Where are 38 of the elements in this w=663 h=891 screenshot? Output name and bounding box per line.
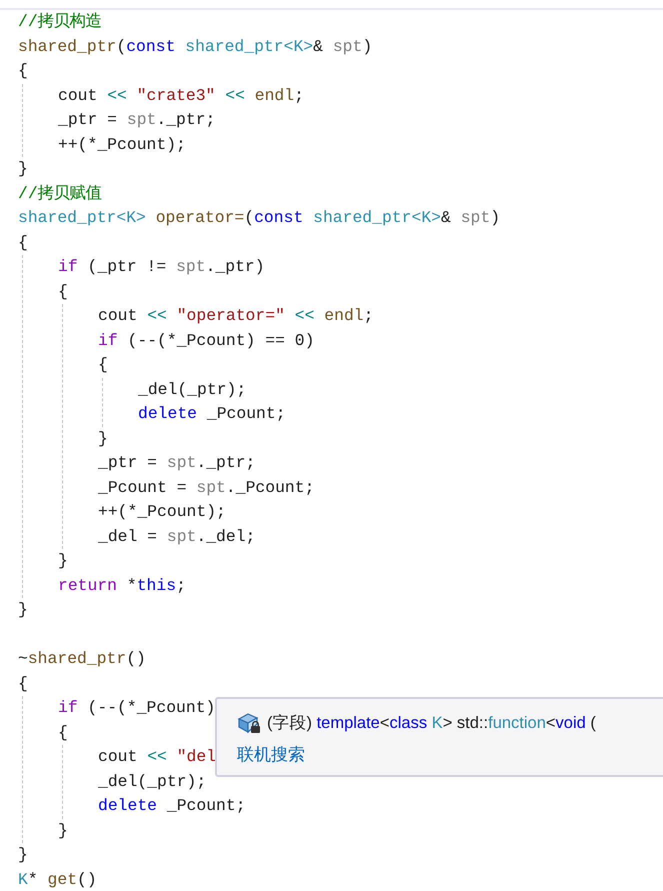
code-line: _del(_ptr);: [98, 770, 206, 792]
code-line: _ptr = spt._ptr;: [98, 452, 256, 474]
code-line: cout << "del: [98, 746, 216, 768]
code-line: _del = spt._del;: [98, 526, 256, 548]
code-line: delete _Pcount;: [138, 403, 286, 425]
code-line: if (--(*_Pcount): [58, 697, 216, 719]
code-line: _ptr = spt._ptr;: [58, 109, 216, 131]
code-line: if (_ptr != spt._ptr): [58, 256, 265, 278]
code-line: }: [58, 550, 68, 572]
code-line: //拷贝构造: [18, 11, 102, 33]
code-line: shared_ptr<K> operator=(const shared_ptr<K>& spt): [18, 207, 500, 229]
code-line: }: [98, 428, 108, 450]
code-line: cout << "operator=" << endl;: [98, 305, 374, 327]
code-line: ++(*_Pcount);: [58, 134, 186, 156]
code-line: if (--(*_Pcount) == 0): [98, 330, 314, 352]
code-line: }: [18, 844, 28, 866]
code-line: {: [18, 672, 28, 694]
tooltip-signature: (字段) template<class K> std::function<void (: [267, 713, 596, 734]
code-line: {: [18, 60, 28, 82]
code-line: _del(_ptr);: [138, 378, 246, 400]
code-line: {: [98, 354, 108, 376]
code-line: }: [18, 158, 28, 180]
code-line: }: [58, 820, 68, 842]
code-line: K* get(): [18, 868, 97, 890]
online-search-link[interactable]: 联机搜索: [237, 743, 305, 766]
code-line: delete _Pcount;: [98, 795, 246, 817]
code-line: ~shared_ptr(): [18, 648, 146, 670]
code-line: {: [58, 280, 68, 302]
code-line: return *this;: [58, 574, 186, 596]
code-line: {: [58, 722, 68, 744]
code-line: cout << "crate3" << endl;: [58, 84, 304, 106]
code-line: }: [18, 599, 28, 621]
code-line: ++(*_Pcount);: [98, 501, 226, 523]
code-line: {: [18, 232, 28, 254]
code-line: _Pcount = spt._Pcount;: [98, 476, 314, 498]
code-line: shared_ptr(const shared_ptr<K>& spt): [18, 36, 372, 58]
field-icon: [237, 712, 261, 734]
code-line: //拷贝赋值: [18, 182, 102, 204]
